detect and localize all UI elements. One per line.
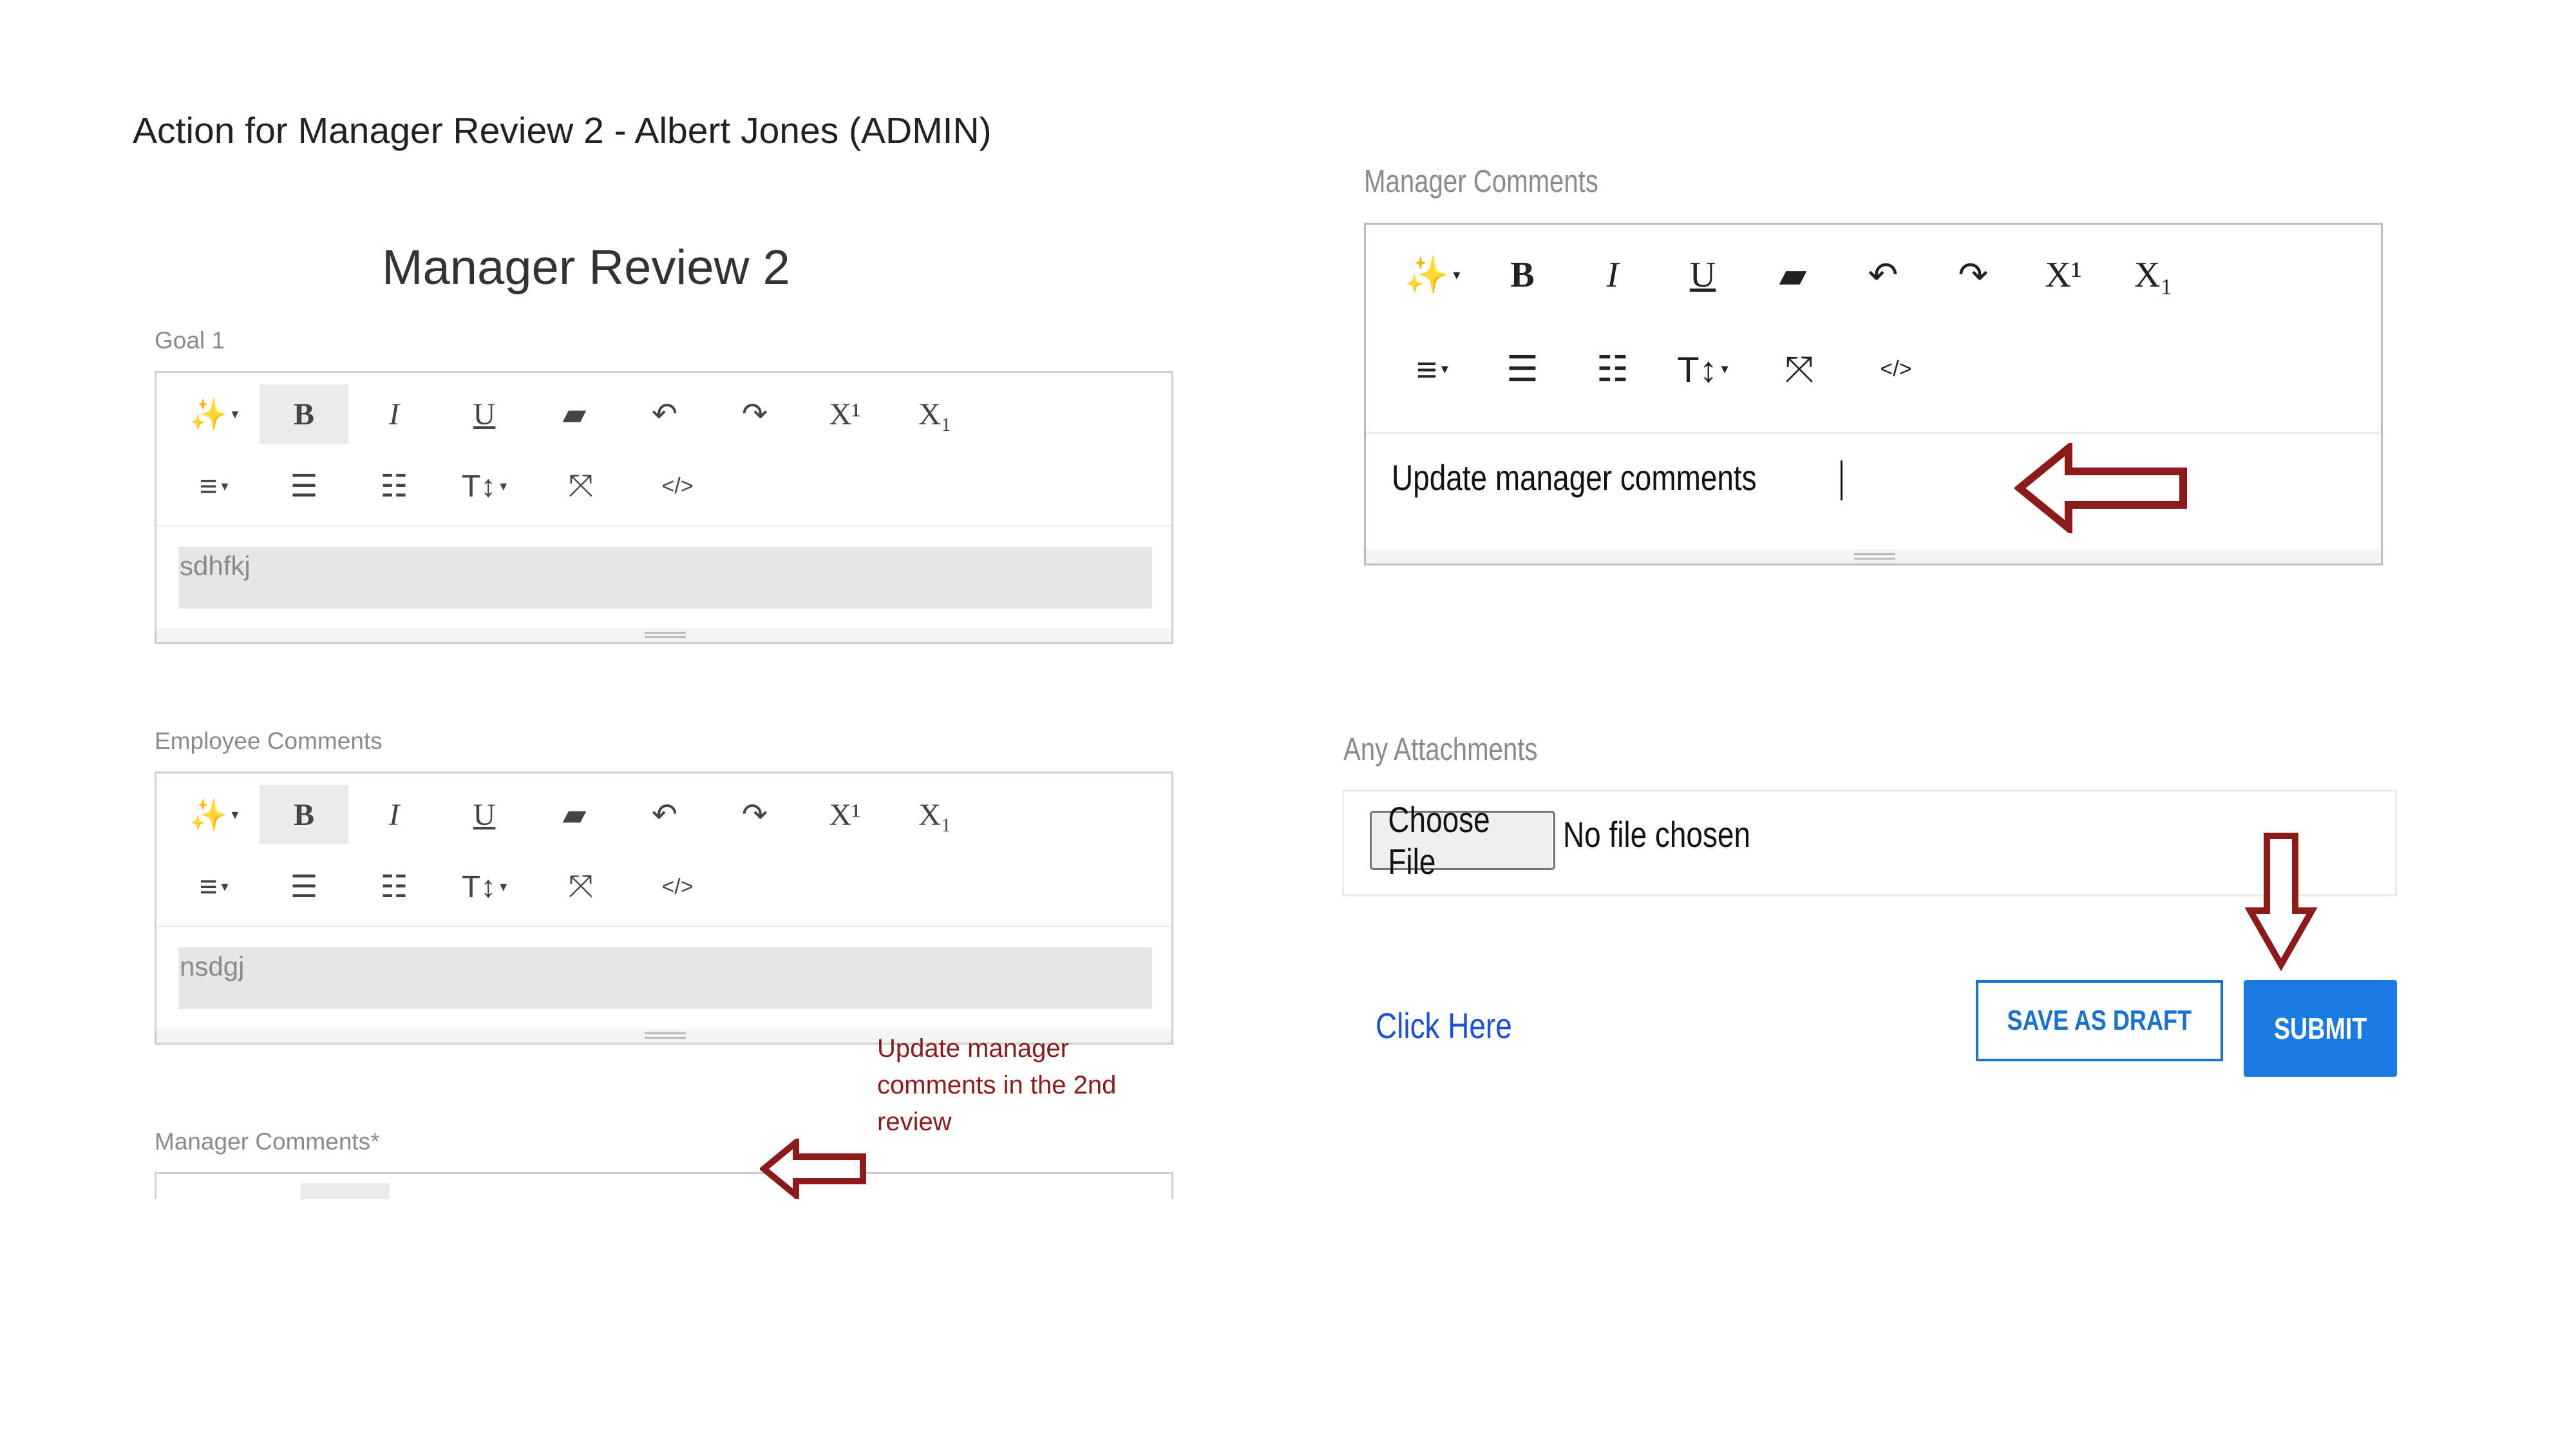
- numbered-list-icon[interactable]: ☷: [1568, 339, 1657, 399]
- manager-comments-text: Update manager comments: [1392, 457, 1757, 498]
- align-icon[interactable]: ≡ ▾: [169, 457, 258, 516]
- goal-editor: ✨ ▾ B I U ▰ ↶ ↷ X¹ X₁ ≡ ▾ ☰ ☷ T↕ ▾ ⤧ </> sdhfkj: [155, 371, 1173, 644]
- annotation-arrow-left-icon: [2014, 443, 2187, 533]
- magic-wand-icon[interactable]: ✨ ▾: [169, 785, 258, 844]
- editor-toolbar-row-1: ✨ ▾ B I U ▰ ↶ ↷ X¹ X₁: [156, 384, 1171, 455]
- underline-icon[interactable]: U: [440, 785, 529, 844]
- editor-toolbar-row-2: ≡ ▾ ☰ ☷ T↕ ▾ ⤧ </>: [156, 457, 1171, 527]
- numbered-list-icon[interactable]: ☷: [350, 857, 439, 916]
- redo-icon[interactable]: ↷: [710, 384, 799, 444]
- bold-icon[interactable]: B: [260, 785, 348, 844]
- undo-icon[interactable]: ↶: [620, 785, 709, 844]
- employee-comments-editor: ✨ ▾ B I U ▰ ↶ ↷ X¹ X₁ ≡ ▾ ☰ ☷ T↕ ▾ ⤧ </> nsdgj: [155, 772, 1173, 1045]
- resize-handle[interactable]: [156, 628, 1171, 642]
- magic-wand-icon[interactable]: ✨ ▾: [169, 384, 258, 444]
- italic-icon[interactable]: I: [350, 785, 439, 844]
- save-as-draft-button[interactable]: SAVE AS DRAFT: [1976, 980, 2223, 1061]
- numbered-list-icon[interactable]: ☷: [350, 457, 439, 516]
- manager-comments-editor-partial[interactable]: [155, 1172, 1173, 1199]
- bullet-list-icon[interactable]: ☰: [1478, 339, 1567, 399]
- superscript-icon[interactable]: X¹: [2019, 245, 2108, 305]
- italic-icon[interactable]: I: [350, 384, 439, 444]
- bullet-list-icon[interactable]: ☰: [260, 457, 348, 516]
- bullet-list-icon[interactable]: ☰: [260, 857, 348, 916]
- font-size-icon[interactable]: T↕ ▾: [1658, 339, 1747, 399]
- align-icon[interactable]: ≡ ▾: [169, 857, 258, 916]
- eraser-icon[interactable]: ▰: [530, 384, 619, 444]
- eraser-icon[interactable]: ▰: [1748, 245, 1837, 305]
- bold-icon[interactable]: B: [1478, 245, 1567, 305]
- goal-label: Goal 1: [155, 327, 225, 354]
- magic-wand-icon[interactable]: ✨ ▾: [1388, 245, 1477, 305]
- file-input: Choose File No file chosen: [1342, 790, 2397, 896]
- code-view-icon[interactable]: </>: [1852, 339, 1940, 399]
- underline-icon[interactable]: U: [440, 384, 529, 444]
- no-file-chosen-text: No file chosen: [1563, 814, 1750, 855]
- code-view-icon[interactable]: </>: [633, 857, 722, 916]
- eraser-icon[interactable]: ▰: [530, 785, 619, 844]
- undo-icon[interactable]: ↶: [1839, 245, 1927, 305]
- superscript-icon[interactable]: X¹: [800, 384, 889, 444]
- font-size-icon[interactable]: T↕ ▾: [440, 457, 529, 516]
- attachments-label: Any Attachments: [1343, 732, 1538, 767]
- page-title: Action for Manager Review 2 - Albert Jon…: [133, 110, 992, 151]
- code-view-icon[interactable]: </>: [633, 457, 722, 516]
- subscript-icon[interactable]: X₁: [891, 384, 980, 444]
- editor-toolbar-row-1: ✨ ▾ B I U ▰ ↶ ↷ X¹ X₁: [156, 785, 1171, 856]
- annotation-arrow-left-icon: [760, 1139, 866, 1199]
- subscript-icon[interactable]: X₁: [2109, 245, 2198, 305]
- align-icon[interactable]: ≡ ▾: [1388, 339, 1477, 399]
- submit-button[interactable]: SUBMIT: [2244, 980, 2397, 1077]
- bold-icon[interactable]: B: [260, 384, 348, 444]
- review-title: Manager Review 2: [382, 240, 790, 295]
- click-here-link[interactable]: Click Here: [1376, 1005, 1512, 1046]
- underline-icon[interactable]: U: [1658, 245, 1747, 305]
- fullscreen-icon[interactable]: ⤧: [536, 857, 625, 916]
- editor-toolbar-row-2: ≡ ▾ ☰ ☷ T↕ ▾ ⤧ </>: [1366, 339, 2381, 410]
- text-cursor: [1841, 460, 1843, 501]
- editor-toolbar-row-2: ≡ ▾ ☰ ☷ T↕ ▾ ⤧ </>: [156, 857, 1171, 928]
- undo-icon[interactable]: ↶: [620, 384, 709, 444]
- fullscreen-icon[interactable]: ⤧: [536, 457, 625, 516]
- manager-comments-required-label: Manager Comments*: [155, 1128, 380, 1155]
- editor-toolbar-row-1: ✨ ▾ B I U ▰ ↶ ↷ X¹ X₁: [1366, 245, 2381, 316]
- employee-comments-content[interactable]: nsdgj: [178, 947, 1152, 1009]
- redo-icon[interactable]: ↷: [710, 785, 799, 844]
- fullscreen-icon[interactable]: ⤧: [1755, 339, 1844, 399]
- resize-handle[interactable]: [1366, 549, 2381, 564]
- italic-icon[interactable]: I: [1568, 245, 1657, 305]
- superscript-icon[interactable]: X¹: [800, 785, 889, 844]
- goal-content[interactable]: sdhfkj: [178, 547, 1152, 609]
- employee-comments-label: Employee Comments: [155, 728, 383, 754]
- font-size-icon[interactable]: T↕ ▾: [440, 857, 529, 916]
- subscript-icon[interactable]: X₁: [891, 785, 980, 844]
- manager-comments-label: Manager Comments: [1364, 164, 1599, 199]
- annotation-arrow-down-icon: [2245, 833, 2317, 971]
- annotation-text: Update manager comments in the 2nd revie…: [877, 1034, 1117, 1136]
- redo-icon[interactable]: ↷: [1929, 245, 2018, 305]
- manager-comments-editor: ✨ ▾ B I U ▰ ↶ ↷ X¹ X₁ ≡ ▾ ☰ ☷ T↕ ▾ ⤧ </> Update manager …: [1364, 223, 2383, 565]
- choose-file-button[interactable]: Choose File: [1370, 799, 1555, 882]
